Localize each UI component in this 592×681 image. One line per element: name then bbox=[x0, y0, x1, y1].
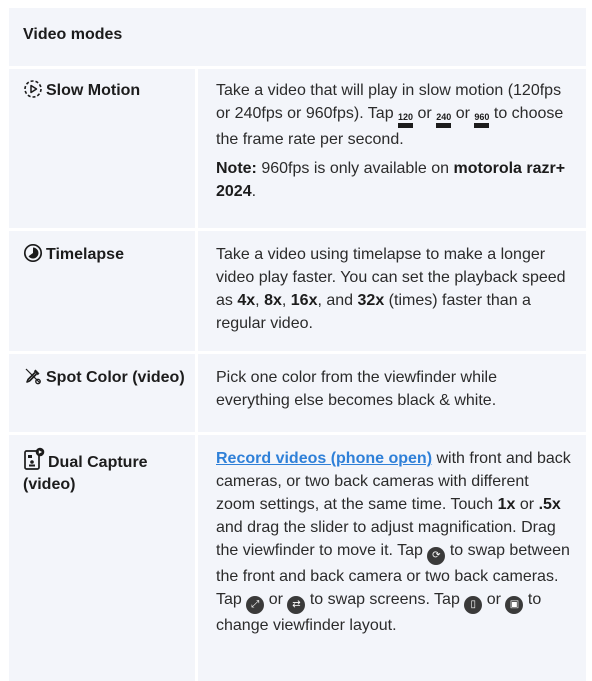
timelapse-icon bbox=[23, 243, 43, 263]
mode-title: Timelapse bbox=[23, 243, 189, 266]
mode-title: Dual Capture (video) bbox=[23, 447, 189, 496]
fps-960-icon: 960 bbox=[474, 113, 490, 128]
table-header: Video modes bbox=[9, 8, 586, 66]
mode-title: Spot Color (video) bbox=[23, 366, 189, 389]
table-header-row: Video modes bbox=[9, 8, 586, 66]
swap-screens-alt-icon: ⇄ bbox=[287, 596, 306, 614]
dual-capture-icon bbox=[24, 447, 45, 470]
table-row: Timelapse Take a video using timelapse t… bbox=[9, 231, 586, 351]
mode-note: Note: 960fps is only available on motoro… bbox=[216, 160, 566, 200]
mode-description: Take a video using timelapse to make a l… bbox=[216, 246, 566, 332]
mode-name-cell: Slow Motion bbox=[9, 69, 195, 228]
mode-description-cell: Take a video using timelapse to make a l… bbox=[198, 231, 586, 351]
mode-name-cell: Timelapse bbox=[9, 231, 195, 351]
mode-description: Record videos (phone open) with front an… bbox=[216, 450, 571, 634]
mode-description-cell: Pick one color from the viewfinder while… bbox=[198, 354, 586, 432]
mode-description-cell: Take a video that will play in slow moti… bbox=[198, 69, 586, 228]
fps-120-icon: 120 bbox=[398, 113, 414, 128]
mode-name-cell: Spot Color (video) bbox=[9, 354, 195, 432]
swap-camera-icon: ⟳ bbox=[427, 547, 446, 565]
mode-title: Slow Motion bbox=[23, 79, 189, 102]
slow-motion-icon bbox=[24, 80, 42, 98]
mode-description-cell: Record videos (phone open) with front an… bbox=[198, 435, 586, 681]
record-videos-link[interactable]: Record videos (phone open) bbox=[216, 450, 432, 467]
mode-description: Take a video that will play in slow moti… bbox=[216, 82, 564, 148]
swap-screens-icon: ⤢ bbox=[246, 596, 265, 614]
table-row: Dual Capture (video) Record videos (phon… bbox=[9, 435, 586, 681]
video-modes-table: Video modes Slow Motion Take a video tha… bbox=[9, 8, 586, 681]
eyedropper-icon bbox=[25, 368, 41, 385]
mode-description: Pick one color from the viewfinder while… bbox=[216, 369, 498, 409]
table-row: Slow Motion Take a video that will play … bbox=[9, 69, 586, 228]
fps-240-icon: 240 bbox=[436, 113, 452, 128]
layout-pip-icon: ▣ bbox=[505, 596, 524, 614]
mode-name-cell: Dual Capture (video) bbox=[9, 435, 195, 681]
layout-split-icon: ▯ bbox=[464, 596, 483, 614]
table-row: Spot Color (video) Pick one color from t… bbox=[9, 354, 586, 432]
